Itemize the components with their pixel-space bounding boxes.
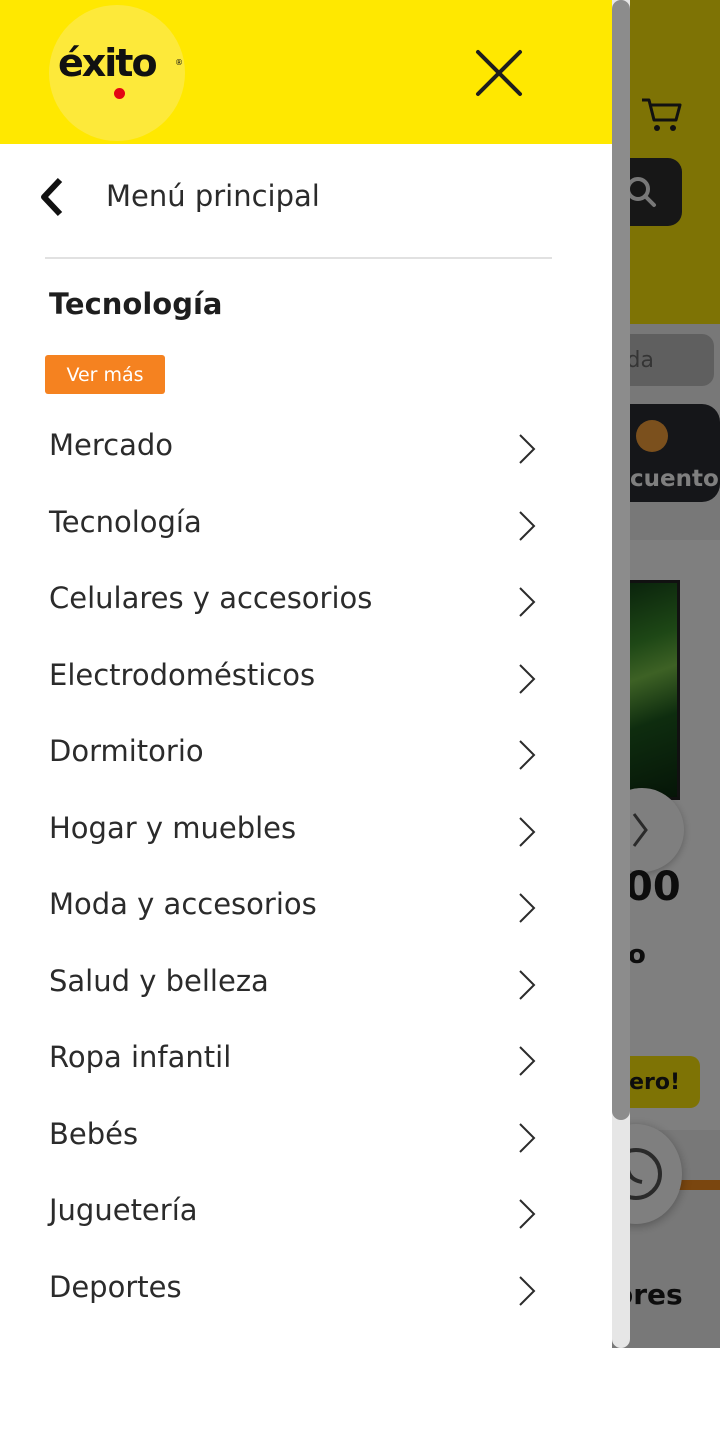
divider (45, 257, 552, 259)
menu-item-label: Mercado (49, 428, 174, 462)
menu-item[interactable]: Celulares y accesorios (0, 563, 612, 640)
chevron-right-icon (519, 1199, 536, 1229)
menu-item-label: Moda y accesorios (49, 887, 317, 921)
menu-item[interactable]: Dormitorio (0, 716, 612, 793)
chevron-right-icon (519, 969, 536, 1000)
menu-item[interactable]: Deportes (0, 1252, 612, 1329)
logo-dot (114, 88, 125, 99)
menu-item-label: Dormitorio (49, 734, 204, 768)
chevron-right-icon (519, 893, 536, 923)
bottom-area (0, 1348, 720, 1452)
scrollbar-thumb[interactable] (612, 0, 630, 1120)
registered-mark: ® (175, 58, 183, 67)
menu-item-label: Salud y belleza (49, 963, 269, 998)
menu-item[interactable]: Juguetería (0, 1175, 612, 1252)
menu-item-label: Celulares y accesorios (49, 581, 373, 615)
category-list: Mercado Tecnología Celulares y accesorios E… (0, 410, 612, 1328)
menu-item[interactable]: Salud y belleza (0, 946, 612, 1023)
section-title: Tecnología (49, 287, 223, 321)
chevron-right-icon (519, 587, 536, 617)
chevron-right-icon (519, 1275, 536, 1306)
navigation-drawer: éxito ® Menú principal Tecnología Ver má… (0, 0, 612, 1452)
menu-item[interactable]: Electrodomésticos (0, 640, 612, 717)
back-to-main-menu[interactable]: Menú principal (0, 160, 612, 236)
menu-item-label: Ropa infantil (49, 1040, 232, 1074)
menu-item[interactable]: Mercado (0, 410, 612, 487)
back-label: Menú principal (106, 179, 320, 213)
menu-item[interactable]: Hogar y muebles (0, 793, 612, 870)
menu-item-label: Bebés (49, 1116, 139, 1151)
menu-item[interactable]: Tecnología (0, 487, 612, 564)
menu-item-label: Electrodomésticos (49, 657, 316, 692)
chevron-left-icon (41, 177, 63, 217)
chevron-right-icon (519, 740, 536, 770)
close-icon[interactable] (470, 44, 528, 102)
drawer-header: éxito ® (0, 0, 612, 144)
chevron-right-icon (519, 1046, 536, 1076)
chevron-right-icon (519, 434, 536, 464)
menu-item-label: Tecnología (49, 504, 202, 539)
menu-item[interactable]: Bebés (0, 1099, 612, 1176)
chevron-right-icon (519, 510, 536, 541)
menu-item-label: Hogar y muebles (49, 810, 297, 845)
menu-item-label: Deportes (49, 1269, 182, 1304)
see-more-button[interactable]: Ver más (45, 355, 165, 394)
menu-item-label: Juguetería (49, 1193, 198, 1227)
chevron-right-icon (519, 1122, 536, 1153)
chevron-right-icon (519, 663, 536, 694)
menu-item[interactable]: Moda y accesorios (0, 869, 612, 946)
chevron-right-icon (519, 816, 536, 847)
brand-logo[interactable]: éxito (58, 44, 158, 82)
menu-item[interactable]: Ropa infantil (0, 1022, 612, 1099)
